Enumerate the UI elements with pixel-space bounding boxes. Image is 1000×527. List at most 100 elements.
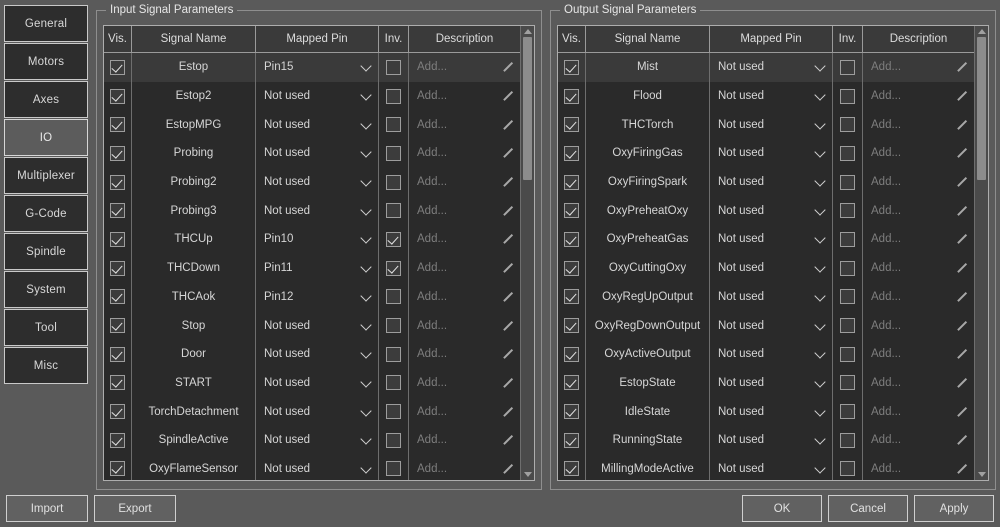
edit-pencil-icon[interactable] xyxy=(501,434,513,446)
apply-button[interactable]: Apply xyxy=(914,495,994,522)
description-input[interactable]: Add... xyxy=(409,225,520,254)
inverted-checkbox[interactable] xyxy=(840,432,855,448)
description-input[interactable]: Add... xyxy=(863,283,974,312)
edit-pencil-icon[interactable] xyxy=(955,377,967,389)
inverted-checkbox[interactable] xyxy=(386,375,401,391)
edit-pencil-icon[interactable] xyxy=(501,176,513,188)
inverted-checkbox[interactable] xyxy=(840,375,855,391)
visible-checkbox[interactable] xyxy=(564,346,579,362)
input-scroll-thumb[interactable] xyxy=(523,37,532,180)
description-input[interactable]: Add... xyxy=(863,455,974,480)
edit-pencil-icon[interactable] xyxy=(955,176,967,188)
visible-checkbox[interactable] xyxy=(110,289,125,305)
table-row[interactable]: THCTorch Not used Add... xyxy=(558,110,974,140)
edit-pencil-icon[interactable] xyxy=(501,233,513,245)
inverted-checkbox[interactable] xyxy=(840,461,855,477)
description-input[interactable]: Add... xyxy=(409,196,520,225)
mapped-pin-select[interactable]: Not used xyxy=(256,425,379,455)
edit-pencil-icon[interactable] xyxy=(501,348,513,360)
visible-checkbox[interactable] xyxy=(110,318,125,334)
sidebar-item-general[interactable]: General xyxy=(4,5,88,42)
inverted-checkbox[interactable] xyxy=(386,88,401,104)
visible-checkbox[interactable] xyxy=(110,461,125,477)
edit-pencil-icon[interactable] xyxy=(955,119,967,131)
edit-pencil-icon[interactable] xyxy=(955,147,967,159)
visible-checkbox[interactable] xyxy=(564,289,579,305)
mapped-pin-select[interactable]: Pin15 xyxy=(256,53,379,82)
table-row[interactable]: OxyFlameSensor Not used Add... xyxy=(104,454,520,480)
table-row[interactable]: TorchDetachment Not used Add... xyxy=(104,397,520,426)
edit-pencil-icon[interactable] xyxy=(501,205,513,217)
mapped-pin-select[interactable]: Pin10 xyxy=(256,225,379,254)
table-row[interactable]: Probing2 Not used Add... xyxy=(104,167,520,197)
edit-pencil-icon[interactable] xyxy=(501,61,513,73)
inverted-checkbox[interactable] xyxy=(840,289,855,305)
mapped-pin-select[interactable]: Not used xyxy=(710,311,833,340)
input-table-scrollbar[interactable] xyxy=(520,26,534,480)
edit-pencil-icon[interactable] xyxy=(501,90,513,102)
inverted-checkbox[interactable] xyxy=(386,318,401,334)
description-input[interactable]: Add... xyxy=(863,196,974,225)
description-input[interactable]: Add... xyxy=(409,168,520,197)
description-input[interactable]: Add... xyxy=(863,397,974,426)
scroll-down-arrow-icon[interactable] xyxy=(521,469,534,480)
mapped-pin-select[interactable]: Not used xyxy=(710,397,833,426)
visible-checkbox[interactable] xyxy=(564,375,579,391)
visible-checkbox[interactable] xyxy=(564,88,579,104)
visible-checkbox[interactable] xyxy=(564,231,579,247)
inverted-checkbox[interactable] xyxy=(386,203,401,219)
description-input[interactable]: Add... xyxy=(863,426,974,455)
description-input[interactable]: Add... xyxy=(409,311,520,340)
edit-pencil-icon[interactable] xyxy=(955,262,967,274)
table-row[interactable]: START Not used Add... xyxy=(104,368,520,398)
visible-checkbox[interactable] xyxy=(110,260,125,276)
inverted-checkbox[interactable] xyxy=(386,346,401,362)
scroll-up-arrow-icon[interactable] xyxy=(521,26,534,37)
inverted-checkbox[interactable] xyxy=(386,260,401,276)
visible-checkbox[interactable] xyxy=(564,117,579,133)
visible-checkbox[interactable] xyxy=(564,203,579,219)
inverted-checkbox[interactable] xyxy=(386,231,401,247)
description-input[interactable]: Add... xyxy=(863,168,974,197)
mapped-pin-select[interactable]: Pin12 xyxy=(256,282,379,312)
table-row[interactable]: OxyRegUpOutput Not used Add... xyxy=(558,282,974,312)
mapped-pin-select[interactable]: Not used xyxy=(710,110,833,140)
edit-pencil-icon[interactable] xyxy=(955,233,967,245)
scroll-up-arrow-icon[interactable] xyxy=(975,26,988,37)
visible-checkbox[interactable] xyxy=(110,231,125,247)
table-row[interactable]: Mist Not used Add... xyxy=(558,53,974,82)
ok-button[interactable]: OK xyxy=(742,495,822,522)
inverted-checkbox[interactable] xyxy=(386,461,401,477)
cancel-button[interactable]: Cancel xyxy=(828,495,908,522)
table-row[interactable]: Estop Pin15 Add... xyxy=(104,53,520,82)
visible-checkbox[interactable] xyxy=(564,461,579,477)
edit-pencil-icon[interactable] xyxy=(955,320,967,332)
mapped-pin-select[interactable]: Not used xyxy=(256,81,379,111)
edit-pencil-icon[interactable] xyxy=(955,348,967,360)
table-row[interactable]: Stop Not used Add... xyxy=(104,311,520,340)
description-input[interactable]: Add... xyxy=(863,139,974,168)
mapped-pin-select[interactable]: Not used xyxy=(256,339,379,369)
mapped-pin-select[interactable]: Not used xyxy=(256,397,379,426)
visible-checkbox[interactable] xyxy=(564,145,579,161)
inverted-checkbox[interactable] xyxy=(840,59,855,75)
table-row[interactable]: OxyActiveOutput Not used Add... xyxy=(558,339,974,369)
edit-pencil-icon[interactable] xyxy=(501,262,513,274)
inverted-checkbox[interactable] xyxy=(386,59,401,75)
table-row[interactable]: OxyCuttingOxy Not used Add... xyxy=(558,253,974,283)
description-input[interactable]: Add... xyxy=(863,369,974,398)
visible-checkbox[interactable] xyxy=(110,117,125,133)
visible-checkbox[interactable] xyxy=(564,59,579,75)
mapped-pin-select[interactable]: Pin11 xyxy=(256,253,379,283)
mapped-pin-select[interactable]: Not used xyxy=(256,311,379,340)
sidebar-item-tool[interactable]: Tool xyxy=(4,309,88,346)
visible-checkbox[interactable] xyxy=(564,174,579,190)
description-input[interactable]: Add... xyxy=(409,369,520,398)
table-row[interactable]: THCUp Pin10 Add... xyxy=(104,225,520,254)
table-row[interactable]: SpindleActive Not used Add... xyxy=(104,425,520,455)
visible-checkbox[interactable] xyxy=(110,59,125,75)
edit-pencil-icon[interactable] xyxy=(955,205,967,217)
description-input[interactable]: Add... xyxy=(409,82,520,111)
edit-pencil-icon[interactable] xyxy=(501,406,513,418)
sidebar-item-io[interactable]: IO xyxy=(4,119,88,156)
